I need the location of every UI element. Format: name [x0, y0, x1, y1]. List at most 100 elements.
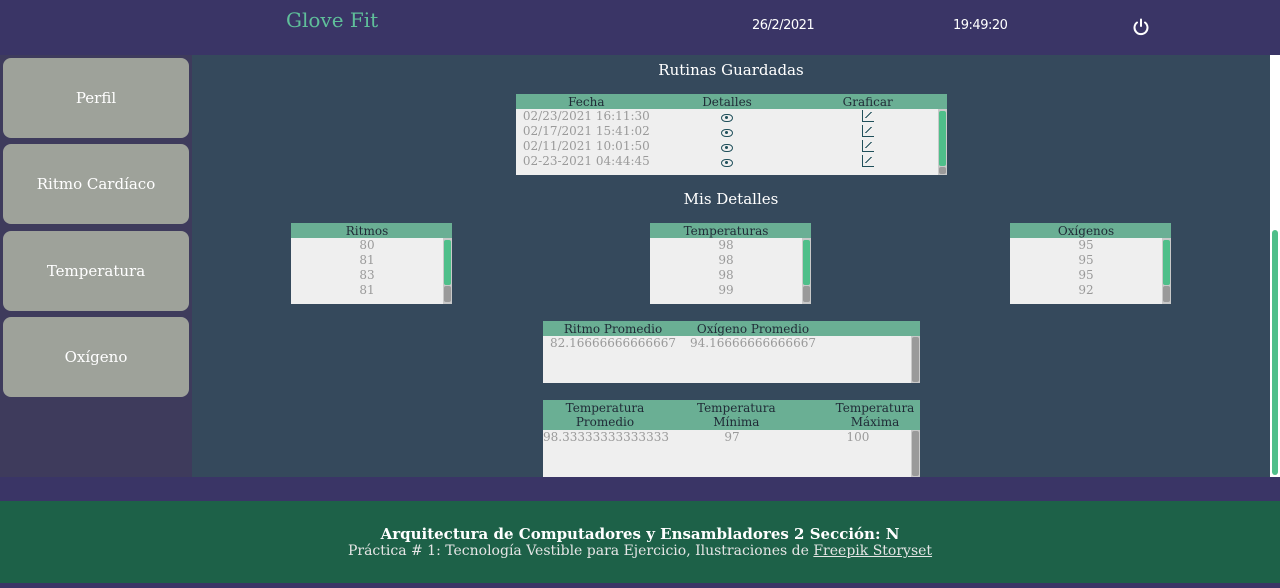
routines-table: Fecha Detalles Graficar 02/23/2021 16:11…: [516, 94, 947, 175]
ritmos-header: Ritmos: [345, 223, 389, 238]
routines-scrollbar[interactable]: [938, 109, 947, 175]
ritmo-value: 81: [359, 253, 375, 267]
temperaturas-table: Temperaturas 98 98 98 99: [650, 223, 811, 304]
details-title: Mis Detalles: [683, 190, 779, 208]
ritmos-header-row: Ritmos: [291, 223, 452, 238]
footer-spacer: [0, 477, 1280, 501]
promedios-scrollbar[interactable]: [911, 336, 920, 383]
top-header: Glove Fit 26/2/2021 19:49:20: [0, 0, 1280, 55]
scroll-thumb[interactable]: [1163, 240, 1170, 285]
current-date: 26/2/2021: [752, 18, 815, 33]
temperatura-value: 98: [718, 253, 734, 267]
temp-maxima-value: 100: [846, 430, 870, 444]
ritmo-value: 83: [359, 268, 375, 282]
oxigenos-table: Oxígenos 95 95 95 92: [1010, 223, 1171, 304]
scroll-thumb[interactable]: [444, 240, 451, 285]
current-time: 19:49:20: [953, 18, 1008, 33]
temp-stats-scrollbar[interactable]: [911, 430, 920, 477]
scroll-thumb-end: [803, 286, 810, 302]
eye-icon[interactable]: [721, 114, 733, 122]
table-row: 02-23-2021 04:44:45: [516, 154, 938, 169]
temp-stats-table: Temperatura Promedio Temperatura Mínima …: [543, 400, 920, 477]
table-row: 98: [650, 253, 802, 268]
oxigeno-promedio-value: 94.16666666666667: [690, 336, 816, 350]
sidebar-item-label: Temperatura: [46, 262, 146, 280]
ritmo-value: 81: [359, 283, 375, 297]
oxigeno-value: 92: [1078, 283, 1094, 297]
column-header-graficar: Graficar: [842, 94, 893, 109]
line-chart-icon[interactable]: [861, 110, 874, 122]
ritmo-promedio-value: 82.16666666666667: [550, 336, 676, 350]
line-chart-icon[interactable]: [861, 125, 874, 137]
routines-table-header: Fecha Detalles Graficar: [516, 94, 947, 109]
table-row: 92: [1010, 283, 1162, 298]
footer-course: Arquitectura de Computadores y Ensamblad…: [380, 525, 900, 543]
routine-date: 02/23/2021 16:11:30: [522, 109, 650, 123]
routines-title: Rutinas Guardadas: [658, 61, 804, 79]
footer-credits: Práctica # 1: Tecnología Vestible para E…: [0, 543, 1280, 559]
routine-date: 02/17/2021 15:41:02: [522, 124, 650, 138]
scroll-thumb[interactable]: [939, 111, 946, 166]
scroll-thumb[interactable]: [912, 337, 919, 382]
table-row: 98: [650, 238, 802, 253]
routine-date: 02-23-2021 04:44:45: [522, 154, 650, 168]
power-icon[interactable]: [1132, 18, 1150, 36]
table-row: 02/11/2021 10:01:50: [516, 139, 938, 154]
main-content: Rutinas Guardadas Fecha Detalles Grafica…: [192, 55, 1270, 477]
footer: Arquitectura de Computadores y Ensamblad…: [0, 501, 1280, 583]
eye-icon[interactable]: [721, 159, 733, 167]
bottom-bar: [0, 583, 1280, 588]
temperatura-value: 99: [718, 283, 734, 297]
column-header-temp-maxima: Temperatura Máxima: [835, 401, 915, 429]
sidebar: Perfil Ritmo Cardíaco Temperatura Oxígen…: [0, 55, 192, 477]
promedios-header-row: Ritmo Promedio Oxígeno Promedio: [543, 321, 920, 336]
oxigenos-scrollbar[interactable]: [1162, 238, 1171, 304]
sidebar-item-label: Ritmo Cardíaco: [36, 175, 156, 193]
eye-icon[interactable]: [721, 129, 733, 137]
page-scroll-thumb[interactable]: [1272, 230, 1278, 475]
temperatura-value: 98: [718, 238, 734, 252]
sidebar-item-ritmo-cardiaco[interactable]: Ritmo Cardíaco: [3, 144, 189, 224]
oxigeno-value: 95: [1078, 253, 1094, 267]
oxigenos-header-row: Oxígenos: [1010, 223, 1171, 238]
sidebar-item-temperatura[interactable]: Temperatura: [3, 231, 189, 311]
scroll-thumb-end: [444, 286, 451, 302]
column-header-temp-minima: Temperatura Mínima: [697, 401, 776, 429]
ritmos-table: Ritmos 80 81 83 81: [291, 223, 452, 304]
sidebar-item-label: Perfil: [75, 89, 117, 107]
oxigeno-value: 95: [1078, 238, 1094, 252]
table-row: 99: [650, 283, 802, 298]
sidebar-item-label: Oxígeno: [64, 348, 128, 366]
scroll-thumb-end: [939, 167, 946, 174]
ritmos-scrollbar[interactable]: [443, 238, 452, 304]
line-chart-icon[interactable]: [861, 155, 874, 167]
temperaturas-scrollbar[interactable]: [802, 238, 811, 304]
temperaturas-header-row: Temperaturas: [650, 223, 811, 238]
storyset-link[interactable]: Freepik Storyset: [813, 543, 932, 559]
scroll-thumb[interactable]: [803, 240, 810, 285]
temperaturas-header: Temperaturas: [683, 223, 769, 238]
table-row: 81: [291, 253, 443, 268]
column-header-detalles: Detalles: [702, 94, 752, 109]
table-row: 83: [291, 268, 443, 283]
brand-title[interactable]: Glove Fit: [286, 8, 378, 32]
table-row: 02/23/2021 16:11:30: [516, 109, 938, 124]
table-row: 80: [291, 238, 443, 253]
page-scrollbar[interactable]: [1270, 55, 1280, 477]
table-row: 95: [1010, 253, 1162, 268]
temp-minima-value: 97: [724, 430, 740, 444]
promedios-table: Ritmo Promedio Oxígeno Promedio 82.16666…: [543, 321, 920, 383]
scroll-thumb[interactable]: [912, 431, 919, 476]
scroll-thumb-end: [1163, 286, 1170, 302]
column-header-oxigeno-promedio: Oxígeno Promedio: [696, 321, 810, 336]
column-header-temp-promedio: Temperatura Promedio: [565, 401, 645, 429]
sidebar-item-perfil[interactable]: Perfil: [3, 58, 189, 138]
temperatura-value: 98: [718, 268, 734, 282]
eye-icon[interactable]: [721, 144, 733, 152]
table-row: 95: [1010, 268, 1162, 283]
line-chart-icon[interactable]: [861, 140, 874, 152]
footer-credits-text: Práctica # 1: Tecnología Vestible para E…: [347, 543, 814, 559]
oxigeno-value: 95: [1078, 268, 1094, 282]
sidebar-item-oxigeno[interactable]: Oxígeno: [3, 317, 189, 397]
column-header-ritmo-promedio: Ritmo Promedio: [563, 321, 663, 336]
